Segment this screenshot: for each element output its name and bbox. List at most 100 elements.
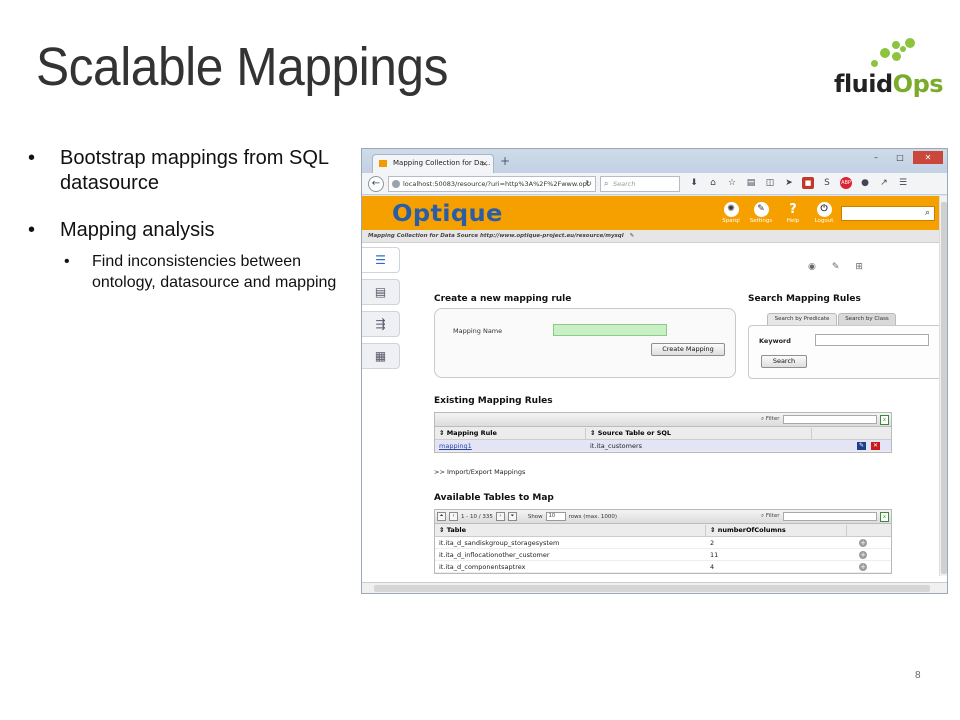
export-icon[interactable]: x <box>880 415 889 425</box>
share-icon[interactable]: ↗ <box>878 177 890 189</box>
tab-search-by-class[interactable]: Search by Class <box>838 313 896 325</box>
app-search-input[interactable]: ⌕ <box>841 206 935 221</box>
sparql-button[interactable]: ✺ Sparql <box>716 202 746 224</box>
page-info: 1 - 10 / 335 <box>461 513 493 520</box>
filter-input[interactable] <box>783 512 877 521</box>
toolbar-icons: ⬇ ⌂ ☆ ▤ ◫ ➤ ■ S ABP ● ↗ ☰ <box>688 177 909 189</box>
existing-rules-table: ⌕ Filter x ⇕ Mapping Rule ⇕ Source Table… <box>434 412 892 453</box>
star-icon[interactable]: ☆ <box>726 177 738 189</box>
delete-icon[interactable]: ✕ <box>871 442 880 450</box>
column-separator <box>846 525 847 536</box>
table-row[interactable]: it.ita_d_sandiskgroup_storagesystem 2 + <box>435 537 891 549</box>
mapping-name-input[interactable] <box>553 324 667 336</box>
next-page-button[interactable]: › <box>495 512 505 521</box>
chat-icon[interactable]: ● <box>859 177 871 189</box>
edit-icon[interactable]: ✎ <box>857 442 866 450</box>
keyword-input[interactable] <box>815 334 929 346</box>
favicon-icon <box>379 160 387 167</box>
horizontal-scrollbar[interactable] <box>362 582 947 593</box>
first-page-button[interactable]: ⏶ <box>437 512 446 521</box>
table-name-cell: it.ita_d_inflocationother_customer <box>439 551 550 559</box>
export-icon[interactable]: x <box>880 512 889 522</box>
side-tab-list[interactable]: ☰ <box>362 247 400 273</box>
browser-search-input[interactable]: ⌕ Search <box>600 176 680 192</box>
search-icon: ⌕ <box>924 208 930 218</box>
side-tab-grid[interactable]: ▦ <box>362 343 400 369</box>
column-header[interactable]: ⇕ Table <box>435 524 705 536</box>
column-label: numberOfColumns <box>717 526 786 534</box>
add-icon[interactable]: + <box>859 563 867 571</box>
source-cell: it.ita_customers <box>590 442 643 450</box>
browser-window: Mapping Collection for Da... × + – □ ✕ ←… <box>361 148 948 594</box>
settings-button[interactable]: ✎ Settings <box>746 202 776 224</box>
import-export-link[interactable]: >> Import/Export Mappings <box>434 468 525 476</box>
table-row[interactable]: mapping1 it.ita_customers ✎ ✕ <box>435 440 891 452</box>
side-tab-graph[interactable]: ⇶ <box>362 311 400 337</box>
table-row[interactable]: it.ita_d_componentsaptrex 4 + <box>435 561 891 573</box>
clipboard-icon[interactable]: ▤ <box>745 177 757 189</box>
edit-icon[interactable]: ✎ <box>630 233 635 239</box>
filter-input[interactable] <box>783 415 877 424</box>
home-icon[interactable]: ⌂ <box>707 177 719 189</box>
add-icon[interactable]: + <box>859 539 867 547</box>
slide-title: Scalable Mappings <box>36 37 448 97</box>
help-label: Help <box>786 218 800 224</box>
s-addon-icon[interactable]: S <box>821 177 833 189</box>
scroll-thumb[interactable] <box>941 202 947 574</box>
reload-icon[interactable]: ↻ <box>585 177 592 191</box>
column-header[interactable]: ⇕ Mapping Rule <box>435 427 585 439</box>
nav-bar: ← localhost:50083/resource/?uri=http%3A%… <box>362 173 947 195</box>
prev-page-button[interactable]: ‹ <box>449 512 458 521</box>
create-mapping-button[interactable]: Create Mapping <box>651 343 725 356</box>
back-button[interactable]: ← <box>368 176 384 192</box>
table-toolbar: ⌕ Filter x <box>435 413 891 427</box>
column-count-cell: 11 <box>710 551 719 559</box>
hierarchy-icon[interactable]: ⊞ <box>855 262 863 272</box>
maximize-button[interactable]: □ <box>889 151 911 164</box>
logo-dot <box>892 52 901 61</box>
filter-label-text: Filter <box>765 513 780 519</box>
filter-label: ⌕ Filter <box>761 416 780 422</box>
logout-button[interactable]: ⏻ Logout <box>809 202 839 224</box>
logo-suffix: Ops <box>892 70 944 98</box>
search-icon: ⌕ <box>604 179 609 188</box>
search-button[interactable]: Search <box>761 355 807 368</box>
pencil-icon[interactable]: ✎ <box>832 262 840 272</box>
last-page-button[interactable]: ⏷ <box>507 512 517 521</box>
url-bar[interactable]: localhost:50083/resource/?uri=http%3A%2F… <box>388 176 596 192</box>
send-icon[interactable]: ➤ <box>783 177 795 189</box>
mapping-link[interactable]: mapping1 <box>435 440 585 452</box>
vertical-scrollbar[interactable] <box>939 196 947 576</box>
column-count-cell: 2 <box>710 539 715 547</box>
table-row[interactable]: it.ita_d_inflocationother_customer 11 + <box>435 549 891 561</box>
search-form: Keyword Search <box>748 325 947 379</box>
rows-input[interactable]: 10 <box>545 512 566 521</box>
browser-tab[interactable]: Mapping Collection for Da... × <box>372 154 494 173</box>
new-tab-button[interactable]: + <box>500 154 510 168</box>
search-placeholder: Search <box>613 180 636 188</box>
pager: ⏶ ‹ 1 - 10 / 335 › ⏷ Show 10 rows (max. … <box>437 512 617 521</box>
menu-icon[interactable]: ☰ <box>897 177 909 189</box>
minimize-button[interactable]: – <box>865 151 887 164</box>
side-tab-document[interactable]: ▤ <box>362 279 400 305</box>
rows-label: rows (max. 1000) <box>568 513 618 520</box>
tab-search-by-predicate[interactable]: Search by Predicate <box>767 313 837 325</box>
list-icon: ☰ <box>375 253 386 267</box>
scroll-thumb[interactable] <box>374 585 930 592</box>
help-button[interactable]: ? Help <box>778 202 808 224</box>
adblock-icon[interactable]: ABP <box>840 177 852 189</box>
available-tables-table: ⏶ ‹ 1 - 10 / 335 › ⏷ Show 10 rows (max. … <box>434 509 892 574</box>
close-window-button[interactable]: ✕ <box>913 151 943 164</box>
sparql-icon: ✺ <box>723 202 739 217</box>
add-icon[interactable]: + <box>859 551 867 559</box>
column-header[interactable]: ⇕ Source Table or SQL <box>586 427 811 439</box>
table-name-cell: it.ita_d_sandiskgroup_storagesystem <box>439 539 560 547</box>
eye-icon[interactable]: ◉ <box>808 262 816 272</box>
page-number: 8 <box>915 670 921 681</box>
tab-close-icon[interactable]: × <box>481 155 488 172</box>
tab-bar: Mapping Collection for Da... × + – □ ✕ <box>362 149 947 173</box>
column-header[interactable]: ⇕ numberOfColumns <box>706 524 846 536</box>
red-addon-icon[interactable]: ■ <box>802 177 814 189</box>
pocket-icon[interactable]: ◫ <box>764 177 776 189</box>
download-icon[interactable]: ⬇ <box>688 177 700 189</box>
